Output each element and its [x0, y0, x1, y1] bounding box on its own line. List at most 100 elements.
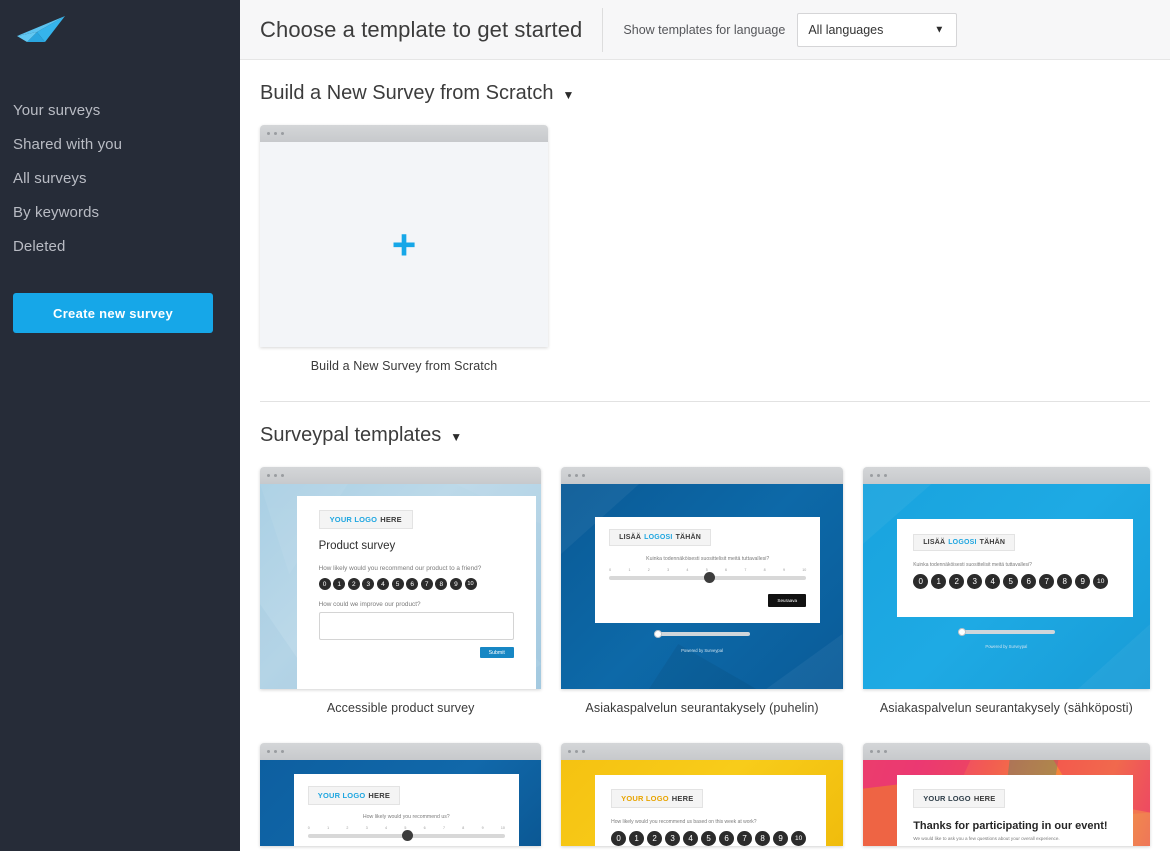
nps-option[interactable]: 7	[1039, 573, 1055, 589]
nps-option[interactable]: 4	[683, 830, 699, 846]
window-dot-icon	[869, 750, 873, 753]
nps-option[interactable]: 0	[318, 578, 331, 591]
window-dot-icon	[281, 750, 284, 753]
nps-option[interactable]: 3	[362, 578, 375, 591]
window-dot-icon	[274, 750, 277, 753]
chevron-down-icon: ▼	[934, 24, 945, 35]
slider-knob[interactable]	[703, 572, 715, 584]
nps-scale: 0 1 2 3 4 5 6 7 8 9 10	[318, 578, 536, 591]
nps-option[interactable]: 5	[1003, 573, 1019, 589]
logo-rest: HERE	[671, 793, 694, 803]
sidebar-item-by-keywords[interactable]: By keywords	[0, 196, 240, 230]
sidebar-item-deleted[interactable]: Deleted	[0, 230, 240, 264]
nps-option[interactable]: 8	[755, 830, 771, 846]
nps-option[interactable]: 2	[949, 573, 965, 589]
slider-knob[interactable]	[402, 830, 414, 842]
survey-question-2: How could we improve our product?	[318, 601, 421, 609]
page-title: Choose a template to get started	[260, 16, 583, 42]
template-thumbnail: LISÄÄ LOGOSI TÄHÄN Kuinka todennäköisesti …	[561, 467, 843, 689]
tick-label: 8	[462, 825, 465, 830]
nps-option[interactable]: 3	[967, 573, 983, 589]
nps-option[interactable]: 4	[376, 578, 389, 591]
nps-option[interactable]: 6	[1021, 573, 1037, 589]
tick-label: 2	[346, 825, 349, 830]
create-new-survey-button[interactable]: Create new survey	[13, 293, 213, 333]
nps-option[interactable]: 5	[391, 578, 404, 591]
template-grid-row-2: YOUR LOGO HERE How likely would you recom…	[260, 715, 1150, 846]
nps-option[interactable]: 10	[1093, 573, 1109, 589]
template-thumbnail: YOUR LOGO HERE How likely would you recom…	[561, 743, 843, 846]
nps-option[interactable]: 4	[985, 573, 1001, 589]
survey-subtitle: We would like to ask you a few questions…	[913, 835, 1060, 841]
tick-label: 6	[725, 567, 727, 572]
logo-highlight: YOUR LOGO	[317, 790, 366, 800]
template-card-asiakaspalvelun-puhelin[interactable]: LISÄÄ LOGOSI TÄHÄN Kuinka todennäköisesti …	[561, 467, 843, 715]
logo-highlight: YOUR LOGO	[329, 515, 378, 525]
tick-label: 2	[647, 567, 650, 572]
tick-label: 0	[609, 567, 612, 572]
sidebar-item-your-surveys[interactable]: Your surveys	[0, 94, 240, 128]
section-surveypal-templates: Surveypal templates ▼ YOUR LOGO HERE Pro…	[240, 402, 1170, 846]
sidebar-nav: Your surveys Shared with you All surveys…	[0, 94, 240, 264]
tick-label: 3	[365, 825, 368, 830]
nps-option[interactable]: 5	[701, 830, 717, 846]
sidebar: Your surveys Shared with you All surveys…	[0, 0, 240, 851]
template-card-label: Accessible product survey	[326, 701, 475, 715]
nps-option[interactable]: 10	[464, 578, 477, 591]
template-card-partial-2[interactable]: YOUR LOGO HERE How likely would you recom…	[561, 743, 843, 846]
template-card-scratch[interactable]: + Build a New Survey from Scratch	[260, 125, 548, 373]
nps-option[interactable]: 6	[719, 830, 735, 846]
slider-track[interactable]	[609, 572, 807, 584]
template-card-accessible-product-survey[interactable]: YOUR LOGO HERE Product survey How likely …	[260, 467, 542, 715]
nps-option[interactable]: 7	[420, 578, 433, 591]
survey-question-1: Kuinka todennäköisesti suosittelisit mei…	[646, 555, 770, 562]
tick-label: 8	[763, 567, 766, 572]
survey-sheet: YOUR LOGO HERE How likely would you recom…	[293, 773, 519, 846]
logo-rest: HERE	[368, 790, 391, 800]
window-dot-icon	[267, 474, 270, 477]
logo-pre: LISÄÄ	[923, 538, 946, 546]
thumb-titlebar	[862, 743, 1150, 760]
nps-option[interactable]: 10	[791, 830, 807, 846]
sidebar-item-all-surveys[interactable]: All surveys	[0, 162, 240, 196]
nps-option[interactable]: 9	[1075, 573, 1091, 589]
submit-button[interactable]: Submit	[479, 647, 514, 659]
slider-track[interactable]	[307, 830, 505, 842]
nps-option[interactable]: 8	[1057, 573, 1073, 589]
thumb-body: LISÄÄ LOGOSI TÄHÄN Kuinka todennäköisesti …	[862, 484, 1150, 689]
nps-option[interactable]: 2	[347, 578, 360, 591]
logo-placeholder: YOUR LOGO HERE	[611, 788, 704, 808]
thumb-body: +	[260, 142, 548, 347]
template-card-partial-1[interactable]: YOUR LOGO HERE How likely would you recom…	[260, 743, 542, 846]
nps-scale: 0 1 2 3 4 5 6 7 8 9 10	[611, 830, 826, 846]
thumb-body: LISÄÄ LOGOSI TÄHÄN Kuinka todennäköisesti …	[561, 484, 843, 689]
thumb-titlebar	[260, 125, 548, 142]
template-card-partial-3[interactable]: YOUR LOGO HERE Thanks for participating i…	[862, 743, 1150, 846]
template-card-asiakaspalvelun-sahkoposti[interactable]: LISÄÄ LOGOSI TÄHÄN Kuinka todennäköisesti …	[862, 467, 1150, 715]
nps-option[interactable]: 0	[611, 830, 627, 846]
nps-option[interactable]: 2	[647, 830, 663, 846]
next-button[interactable]: Seuraava	[768, 593, 807, 607]
nps-option[interactable]: 6	[406, 578, 419, 591]
language-select[interactable]: All languages ▼	[797, 12, 958, 47]
nps-option[interactable]: 3	[665, 830, 681, 846]
nps-option[interactable]: 7	[737, 830, 753, 846]
nps-option[interactable]: 1	[629, 830, 645, 846]
section-heading-scratch[interactable]: Build a New Survey from Scratch ▼	[260, 60, 1150, 105]
sidebar-item-shared-with-you[interactable]: Shared with you	[0, 128, 240, 162]
paper-plane-icon[interactable]	[13, 14, 69, 50]
survey-question-1: How likely would you recommend our produ…	[318, 565, 482, 573]
nps-option[interactable]: 9	[449, 578, 462, 591]
survey-textarea[interactable]	[318, 612, 514, 641]
thumb-body: YOUR LOGO HERE How likely would you recom…	[260, 760, 542, 846]
section-heading-surveypal[interactable]: Surveypal templates ▼	[260, 402, 1150, 447]
nps-option[interactable]: 1	[931, 573, 947, 589]
nps-option[interactable]: 9	[773, 830, 789, 846]
scratch-card-grid: + Build a New Survey from Scratch	[260, 105, 1150, 373]
window-dot-icon	[582, 474, 586, 477]
nps-option[interactable]: 1	[333, 578, 346, 591]
nps-option[interactable]: 8	[435, 578, 448, 591]
logo-pre: LISÄÄ	[619, 533, 642, 541]
submit-row: Submit	[297, 647, 514, 659]
nps-option[interactable]: 0	[913, 573, 929, 589]
